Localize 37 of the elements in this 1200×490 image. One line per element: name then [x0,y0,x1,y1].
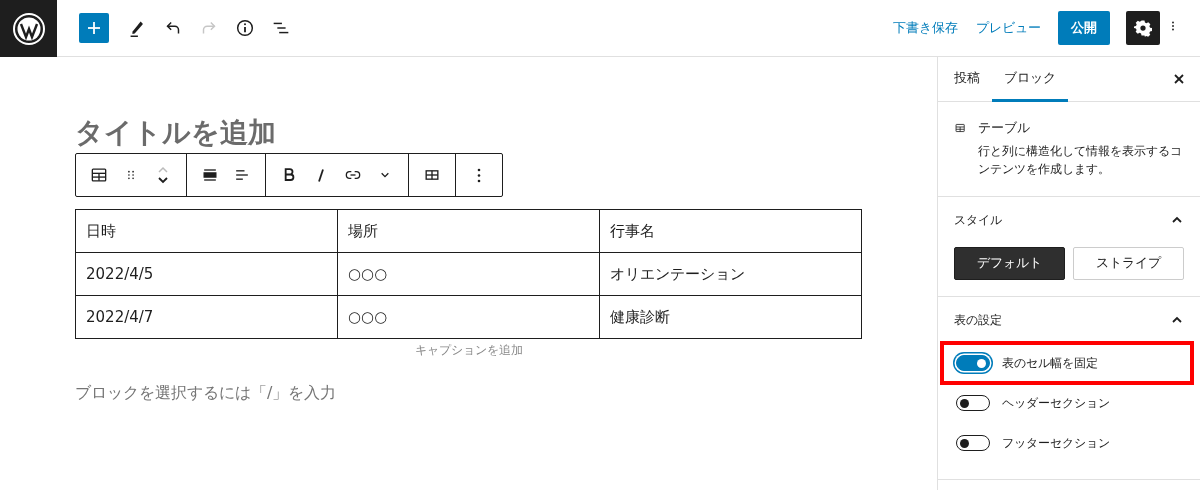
table-cell[interactable]: 2022/4/5 [75,252,338,296]
panel-title[interactable]: 表の設定 [954,311,1002,329]
title-placeholder[interactable]: タイトルを追加 [75,115,276,151]
wordpress-logo[interactable] [0,0,57,57]
toggle-switch[interactable] [956,355,990,371]
block-description: 行と列に構造化して情報を表示するコンテンツを作成します。 [978,143,1184,178]
italic-icon [318,168,324,182]
toggle-label: 表のセル幅を固定 [1002,354,1098,372]
toggle-switch[interactable] [956,435,990,451]
more-options-icon [477,167,481,183]
toggle-switch[interactable] [956,395,990,411]
style-option-button[interactable]: デフォルト [954,247,1065,280]
table-cell[interactable]: 2022/4/7 [75,295,338,339]
table-cell[interactable]: 場所 [337,209,600,253]
save-draft-button[interactable]: 下書き保存 [884,13,967,43]
table-cell[interactable]: 日時 [75,209,338,253]
sidebar-tab[interactable]: ブロック [992,57,1068,102]
settings-button[interactable] [1126,11,1160,45]
table-cell[interactable]: ○○○ [337,295,600,339]
sidebar-tab[interactable]: 投稿 [942,57,992,102]
add-block-button[interactable] [79,13,109,43]
plus-icon [87,21,101,35]
table-cell[interactable]: ○○○ [337,252,600,296]
publish-button[interactable]: 公開 [1058,11,1110,45]
block-appender-placeholder[interactable]: ブロックを選択するには「/」を入力 [75,383,337,402]
block-title: テーブル [978,120,1032,137]
style-option-button[interactable]: ストライプ [1073,247,1184,280]
preview-button[interactable]: プレビュー [967,13,1050,43]
table-cell[interactable]: 健康診断 [599,295,862,339]
gear-icon [1134,19,1152,37]
toggle-label: ヘッダーセクション [1002,394,1110,412]
table-cell[interactable]: オリエンテーション [599,252,862,296]
table-cell[interactable]: 行事名 [599,209,862,253]
toggle-label: フッターセクション [1002,434,1110,452]
panel-title[interactable]: スタイル [954,211,1002,229]
caption-placeholder[interactable]: キャプションを追加 [414,343,523,357]
close-icon[interactable] [1172,72,1186,86]
